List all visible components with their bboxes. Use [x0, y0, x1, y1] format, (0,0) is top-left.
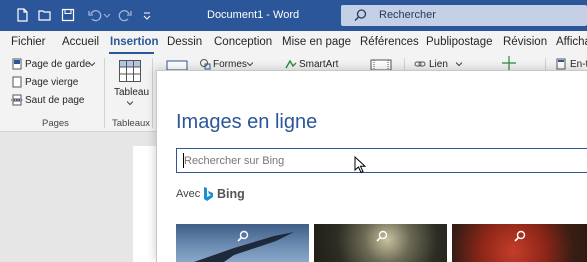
tab-affichage[interactable]: Affichage [556, 36, 587, 48]
tab-references[interactable]: Références [360, 36, 419, 48]
pages-group-label: Pages [42, 118, 69, 129]
blank-page-button[interactable]: Page vierge [25, 77, 78, 88]
undo-icon[interactable] [87, 7, 103, 23]
table-button[interactable]: Tableau [114, 87, 149, 98]
title-search-box[interactable]: Rechercher [341, 5, 587, 26]
smartart-button[interactable]: SmartArt [299, 59, 338, 70]
folder-open-icon[interactable] [37, 7, 53, 23]
search-icon[interactable] [375, 229, 389, 243]
shapes-button[interactable]: Formes [213, 59, 247, 70]
title-search-placeholder: Rechercher [379, 9, 436, 21]
search-icon[interactable] [513, 229, 527, 243]
cover-page-icon [12, 58, 22, 70]
chevron-down-icon[interactable] [89, 61, 95, 67]
undo-dropdown-icon[interactable] [103, 7, 111, 23]
bing-search-box[interactable] [176, 148, 587, 173]
bing-provider-label: Bing [217, 187, 245, 201]
comment-icon[interactable] [497, 56, 521, 70]
shapes-dropdown-icon[interactable] [247, 61, 253, 67]
search-icon[interactable] [236, 229, 250, 243]
header-icon [556, 58, 566, 70]
redo-icon[interactable] [117, 7, 133, 23]
table-dropdown-icon[interactable] [127, 100, 133, 106]
tab-insertion[interactable]: Insertion [110, 36, 159, 48]
tab-dessin[interactable]: Dessin [167, 36, 202, 48]
link-dropdown-icon[interactable] [456, 61, 462, 67]
online-pictures-dialog: Images en ligne Avec Bing [156, 70, 587, 262]
customize-qat-icon[interactable] [142, 7, 152, 23]
image-thumbnail[interactable] [314, 224, 447, 262]
window-title: Document1 - Word [207, 9, 300, 21]
table-icon [119, 60, 141, 82]
tab-fichier[interactable]: Fichier [11, 36, 46, 48]
smartart-icon [285, 59, 297, 69]
group-separator [152, 58, 153, 128]
tab-revision[interactable]: Révision [503, 36, 547, 48]
cover-page-button[interactable]: Page de garde [25, 59, 91, 70]
title-bar: Document1 - Word Rechercher [0, 0, 587, 31]
tables-group-label: Tableaux [112, 118, 151, 129]
ribbon-tabs: Fichier Accueil Insertion Dessin Concept… [0, 31, 587, 54]
link-icon [414, 61, 426, 67]
search-provider-prefix: Avec [176, 188, 201, 200]
link-button[interactable]: Lien [429, 59, 448, 70]
mouse-cursor-icon [354, 156, 366, 174]
pictures-icon[interactable] [166, 60, 188, 70]
tab-publipostage[interactable]: Publipostage [426, 36, 493, 48]
tab-conception[interactable]: Conception [214, 36, 272, 48]
search-icon [354, 9, 367, 21]
blank-page-icon [12, 76, 22, 88]
group-separator [104, 58, 105, 128]
dialog-title: Images en ligne [176, 111, 318, 133]
shapes-icon [200, 59, 211, 70]
page-break-icon [11, 94, 23, 106]
file-icon[interactable] [14, 7, 30, 23]
tab-accueil[interactable]: Accueil [62, 36, 99, 48]
page-break-button[interactable]: Saut de page [25, 95, 85, 106]
header-button[interactable]: En-t [570, 59, 587, 70]
image-thumbnail[interactable] [452, 224, 587, 262]
bing-search-input[interactable] [184, 152, 564, 169]
image-thumbnail[interactable] [176, 224, 309, 262]
bing-logo-icon [204, 187, 213, 201]
tab-mise-en-page[interactable]: Mise en page [282, 36, 351, 48]
save-icon[interactable] [60, 7, 76, 23]
